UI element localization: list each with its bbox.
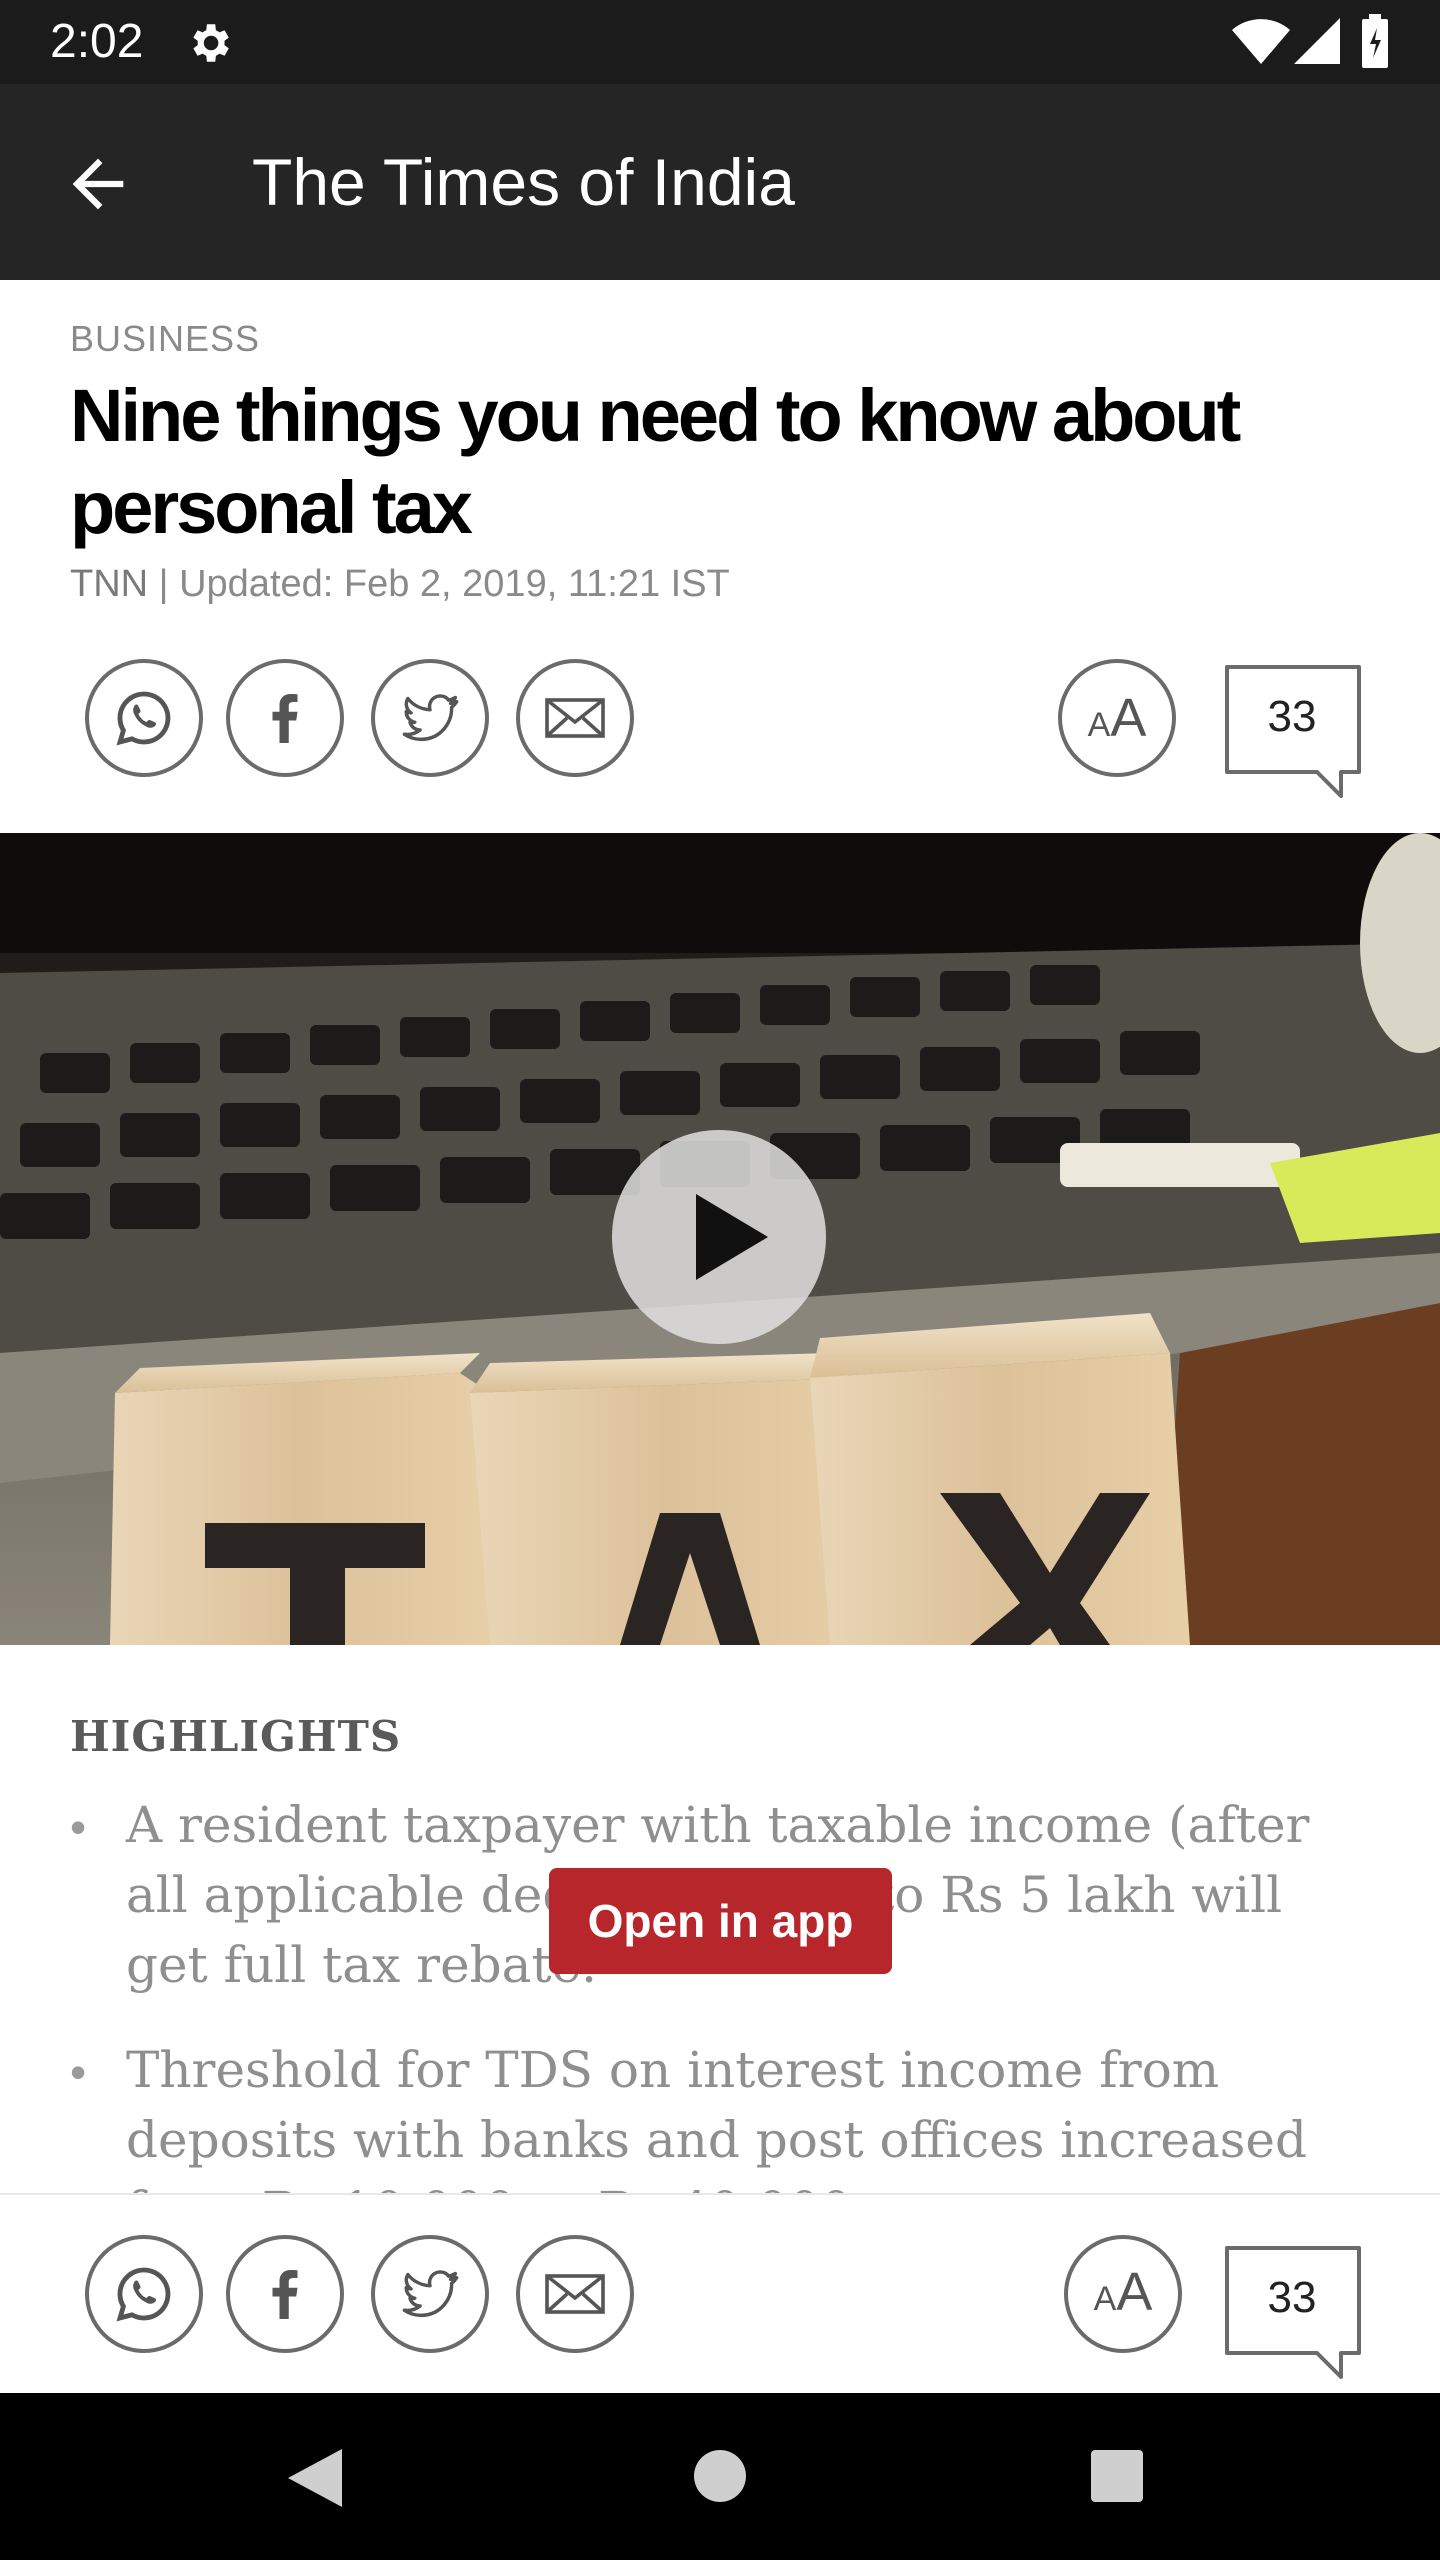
- battery-icon: [1360, 14, 1390, 73]
- facebook-share-button[interactable]: [226, 659, 344, 777]
- facebook-share-button[interactable]: [226, 2235, 344, 2353]
- facebook-icon: [272, 2270, 298, 2319]
- back-arrow-icon[interactable]: [60, 146, 136, 222]
- play-button[interactable]: [612, 1130, 826, 1344]
- nav-home-icon[interactable]: [694, 2450, 746, 2502]
- whatsapp-icon: [116, 691, 171, 746]
- nav-recents-icon[interactable]: [1091, 2450, 1143, 2502]
- email-share-button[interactable]: [516, 659, 634, 777]
- whatsapp-share-button[interactable]: [85, 2235, 203, 2353]
- article-headline: Nine things you need to know about perso…: [70, 374, 1241, 549]
- font-size-button[interactable]: AA: [1058, 659, 1176, 777]
- font-size-icon: AA: [1087, 687, 1147, 748]
- twitter-share-button[interactable]: [371, 2235, 489, 2353]
- status-bar: 2:02: [0, 0, 1440, 84]
- byline-updated: | Updated: Feb 2, 2019, 11:21 IST: [148, 563, 730, 605]
- byline-source: TNN: [70, 563, 149, 605]
- twitter-icon: [402, 2270, 459, 2318]
- highlights-heading: HIGHLIGHTS: [70, 1712, 402, 1761]
- app-bar: The Times of India: [0, 84, 1440, 280]
- font-size-icon: AA: [1093, 2262, 1153, 2322]
- mail-icon: [545, 698, 605, 738]
- font-size-button[interactable]: AA: [1064, 2235, 1182, 2353]
- cell-signal-icon: [1294, 18, 1340, 69]
- whatsapp-icon: [116, 2267, 171, 2322]
- play-icon: [696, 1194, 768, 1280]
- wifi-icon: [1232, 18, 1290, 69]
- comment-count: 33: [1267, 692, 1317, 741]
- email-share-button[interactable]: [516, 2235, 634, 2353]
- settings-icon: [184, 18, 234, 73]
- comment-count: 33: [1267, 2273, 1317, 2322]
- article-byline: TNN | Updated: Feb 2, 2019, 11:21 IST: [70, 563, 730, 606]
- bottom-share-bar: AA 33: [0, 2193, 1440, 2395]
- facebook-icon: [272, 694, 298, 743]
- article-video-thumbnail[interactable]: [0, 833, 1440, 1645]
- bullet-marker: •: [70, 2046, 87, 2098]
- app-title: The Times of India: [252, 145, 795, 219]
- status-time: 2:02: [50, 15, 144, 68]
- twitter-icon: [402, 694, 459, 742]
- system-nav-bar: [0, 2393, 1440, 2560]
- section-label[interactable]: BUSINESS: [70, 318, 260, 360]
- nav-back-icon[interactable]: [280, 2443, 350, 2513]
- open-in-app-button[interactable]: Open in app: [549, 1868, 892, 1974]
- comments-button[interactable]: 33: [1224, 664, 1364, 804]
- twitter-share-button[interactable]: [371, 659, 489, 777]
- comments-button[interactable]: 33: [1224, 2245, 1364, 2385]
- whatsapp-share-button[interactable]: [85, 659, 203, 777]
- mail-icon: [545, 2274, 605, 2314]
- bullet-marker: •: [70, 1801, 87, 1853]
